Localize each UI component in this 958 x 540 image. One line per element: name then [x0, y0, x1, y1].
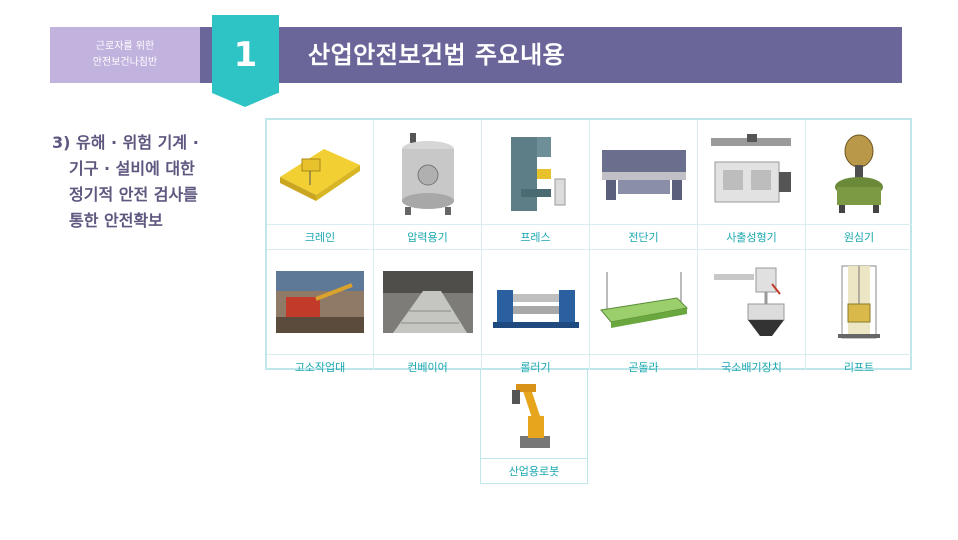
machine-cell-gondola: 곤돌라 — [590, 250, 698, 374]
machine-grid: 크레인 압력용기 프레스 전단기 사출성형기 원심기 고소작업대 컨베이어 롤러… — [265, 118, 912, 374]
machine-cell-press: 프레스 — [482, 120, 590, 250]
guide-badge: 근로자를 위한 안전보건나침반 — [50, 27, 200, 83]
machine-cell-aerial-platform: 고소작업대 — [267, 250, 374, 374]
machine-label: 원심기 — [806, 224, 912, 251]
machine-label: 국소배기장치 — [698, 354, 805, 381]
machine-cell-lift: 리프트 — [806, 250, 912, 374]
industrial-robot-image — [481, 370, 587, 458]
crane-image — [267, 120, 373, 224]
machine-label: 사출성형기 — [698, 224, 805, 251]
machine-label: 산업용로봇 — [481, 458, 587, 485]
shearing-machine-image — [590, 120, 697, 224]
injection-molding-image — [698, 120, 805, 224]
badge-line-2: 안전보건나침반 — [92, 57, 158, 68]
machine-cell-pressure-vessel: 압력용기 — [374, 120, 482, 250]
machine-label: 고소작업대 — [267, 354, 373, 381]
aerial-work-platform-image — [267, 250, 373, 354]
heading-line-1: 3) 유해 · 위험 기계 · — [52, 133, 199, 152]
gondola-image — [590, 250, 697, 354]
page-title: 산업안전보건법 주요내용 — [308, 41, 566, 69]
machine-cell-crane: 크레인 — [267, 120, 374, 250]
section-number-arrow — [212, 93, 278, 107]
machine-label: 크레인 — [267, 224, 373, 251]
press-image — [482, 120, 589, 224]
machine-cell-shearing: 전단기 — [590, 120, 698, 250]
conveyor-image — [374, 250, 481, 354]
machine-cell-local-exhaust: 국소배기장치 — [698, 250, 806, 374]
machine-cell-injection: 사출성형기 — [698, 120, 806, 250]
pressure-vessel-image — [374, 120, 481, 224]
machine-label: 프레스 — [482, 224, 589, 251]
local-exhaust-image — [698, 250, 805, 354]
lift-image — [806, 250, 912, 354]
machine-cell-centrifuge: 원심기 — [806, 120, 912, 250]
section-heading: 3) 유해 · 위험 기계 · 기구 · 설비에 대한 정기적 안전 검사를 통… — [52, 130, 242, 234]
machine-cell-conveyor: 컨베이어 — [374, 250, 482, 374]
machine-label: 압력용기 — [374, 224, 481, 251]
machine-label: 전단기 — [590, 224, 697, 251]
heading-line-4: 통한 안전확보 — [69, 211, 163, 230]
heading-line-3: 정기적 안전 검사를 — [69, 185, 198, 204]
centrifuge-image — [806, 120, 912, 224]
roller-image — [482, 250, 589, 354]
section-number: 1 — [212, 15, 279, 93]
machine-cell-roller: 롤러기 — [482, 250, 590, 374]
machine-label: 리프트 — [806, 354, 912, 381]
machine-label: 곤돌라 — [590, 354, 697, 381]
machine-label: 컨베이어 — [374, 354, 481, 381]
machine-cell-industrial-robot: 산업용로봇 — [480, 370, 588, 484]
badge-line-1: 근로자를 위한 — [95, 41, 155, 52]
heading-line-2: 기구 · 설비에 대한 — [69, 159, 195, 178]
